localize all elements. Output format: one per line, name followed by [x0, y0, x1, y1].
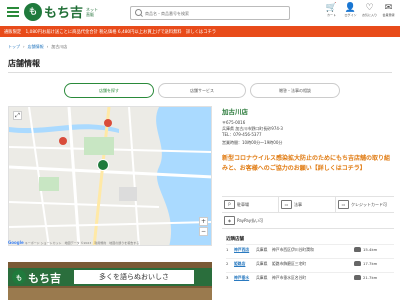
- tab-gift-consult[interactable]: 贈答・法事の相談: [250, 83, 340, 98]
- car-icon: [354, 261, 361, 266]
- search-input[interactable]: [145, 10, 285, 16]
- store-photo: も もち吉 多くを語らぬおいしさ: [8, 262, 212, 300]
- site-header: も もち吉 ネット 直販 🛒カート 👤ログイン ♡お気に入り ✉会員登録: [0, 0, 400, 26]
- zoom-out-button[interactable]: −: [199, 227, 208, 236]
- store-map[interactable]: ⤢ + −: [8, 106, 212, 246]
- covid-notice-link[interactable]: 新型コロナウイルス感染拡大防止のためにもち吉店舗の取り組みと、お客様へのご協力の…: [222, 154, 394, 174]
- notice-banner[interactable]: 通販限定 1,080円お届け送ことに商品代金合計 税込価格 6,480円以上お買…: [0, 26, 400, 37]
- breadcrumb: トップ › 店舗情報 › 加古川店: [8, 44, 68, 50]
- zoom-in-button[interactable]: +: [199, 217, 208, 226]
- parking-icon: P: [224, 200, 235, 209]
- breadcrumb-stores[interactable]: 店舗情報: [28, 44, 44, 50]
- sign-box-text: 多くを語らぬおいしさ: [74, 270, 194, 284]
- map-attribution[interactable]: キーボード ショートカット 地図データ ©2023 利用規約 地図の誤りを報告す…: [25, 241, 140, 245]
- map-canvas: [9, 107, 211, 245]
- logo-sub: ネット 直販: [86, 6, 99, 17]
- nearby-store-link[interactable]: 神戸垂水: [234, 275, 256, 281]
- mail-icon[interactable]: ✉ 会員登録: [381, 3, 396, 17]
- search-icon[interactable]: [133, 7, 145, 19]
- store-marker-icon[interactable]: [97, 159, 109, 171]
- sign-logo-mark: も: [12, 270, 26, 284]
- heart-icon[interactable]: ♡ お気に入り: [362, 3, 377, 17]
- tab-store-service[interactable]: 店舗サービス: [158, 83, 246, 98]
- nearby-title: 近隣店舗: [226, 237, 244, 242]
- memorial-icon: ▭: [281, 200, 292, 209]
- credit-card-icon: ▭: [338, 200, 349, 209]
- store-tel[interactable]: TEL：079-456-5377: [222, 132, 394, 138]
- store-info: 加古川店 〒675-0016 兵庫県 加古川市野口町長砂974-3 TEL：07…: [222, 106, 394, 174]
- car-icon: [354, 275, 361, 280]
- poi-marker-icon[interactable]: [104, 119, 112, 127]
- nearby-store-link[interactable]: 姫路店: [234, 261, 256, 267]
- site-logo[interactable]: も もち吉 ネット 直販: [24, 2, 98, 21]
- feature-grid: P 駐車場 ▭ 法事 ▭ クレジットカード可 ◈ PayPay払い可: [222, 196, 394, 229]
- feature-parking: P 駐車場: [222, 197, 279, 212]
- fullscreen-icon[interactable]: ⤢: [13, 111, 22, 120]
- breadcrumb-home[interactable]: トップ: [8, 44, 20, 50]
- logo-mark: も: [24, 2, 42, 21]
- store-front: [8, 288, 212, 300]
- store-hours: 営業時間：10時00分〜19時00分: [222, 140, 283, 145]
- car-icon: [354, 247, 361, 252]
- nearby-store-link[interactable]: 神戸西店: [234, 247, 256, 253]
- cart-icon[interactable]: 🛒 カート: [324, 3, 339, 17]
- header-icons: 🛒 カート 👤 ログイン ♡ お気に入り ✉ 会員登録: [324, 3, 396, 17]
- tab-find-store[interactable]: 店舗を探す: [64, 83, 154, 98]
- breadcrumb-current: 加古川店: [51, 44, 68, 49]
- list-item: 2 姫路店 兵庫県 姫路市飾磨区三宅町 17.7km: [226, 258, 394, 272]
- feature-memorial: ▭ 法事: [279, 197, 336, 212]
- store-name: 加古川店: [222, 108, 248, 116]
- user-icon[interactable]: 👤 ログイン: [343, 3, 358, 17]
- list-item: 1 神戸西店 兵庫県 神戸市西区伊川谷町潤和 15.4km: [226, 244, 394, 258]
- map-footer: Google キーボード ショートカット 地図データ ©2023 利用規約 地図…: [8, 240, 139, 245]
- store-sign: も もち吉 多くを語らぬおいしさ: [8, 268, 212, 286]
- page-title: 店舗情報: [8, 59, 40, 68]
- poi-marker-icon[interactable]: [59, 137, 67, 145]
- nearby-list: 1 神戸西店 兵庫県 神戸市西区伊川谷町潤和 15.4km 2 姫路店 兵庫県 …: [226, 244, 394, 286]
- paypay-icon: ◈: [224, 216, 235, 225]
- feature-credit: ▭ クレジットカード可: [336, 197, 393, 212]
- hamburger-menu-icon[interactable]: [4, 4, 22, 22]
- google-logo: Google: [8, 240, 24, 245]
- sign-text: もち吉: [28, 272, 61, 285]
- logo-text: もち吉: [44, 6, 84, 21]
- search-box[interactable]: [130, 6, 290, 20]
- list-item: 3 神戸垂水 兵庫県 神戸市垂水区名谷町 21.7km: [226, 272, 394, 286]
- divider: [8, 72, 392, 73]
- feature-paypay: ◈ PayPay払い可: [222, 213, 279, 228]
